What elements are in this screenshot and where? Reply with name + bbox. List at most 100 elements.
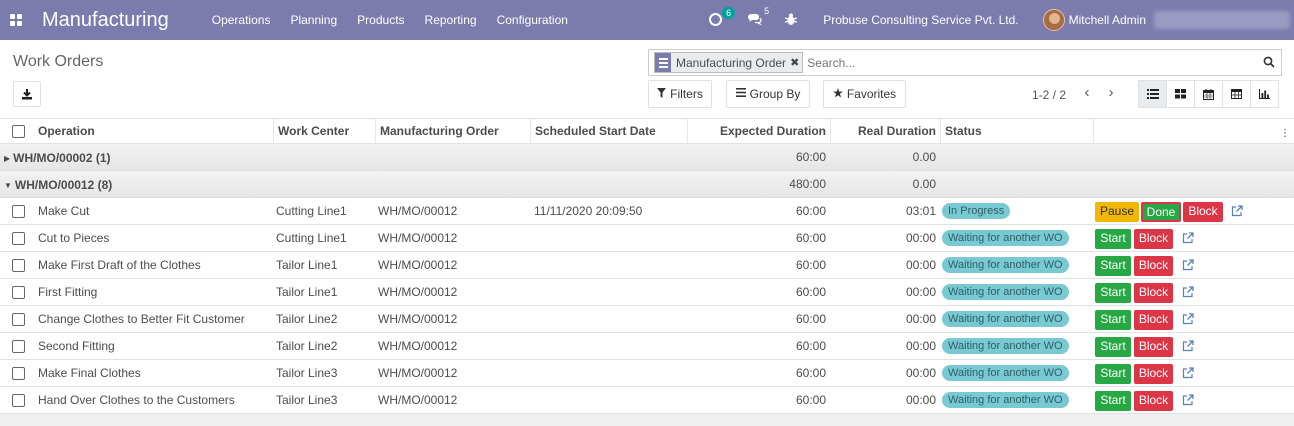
open-record-icon[interactable] [1182, 232, 1194, 244]
open-record-icon[interactable] [1182, 313, 1194, 325]
row-checkbox[interactable] [12, 340, 25, 353]
groupby-button[interactable]: Group By [726, 80, 810, 108]
cell-operation: First Fitting [38, 285, 98, 299]
block-button[interactable]: Block [1183, 202, 1223, 222]
group-name[interactable]: ▼ WH/MO/00012 (8) [4, 178, 112, 192]
favorites-button[interactable]: Favorites [823, 80, 906, 108]
open-record-icon[interactable] [1182, 394, 1194, 406]
open-record-icon[interactable] [1182, 340, 1194, 352]
calendar-view-button[interactable] [1194, 80, 1223, 108]
table-row[interactable]: Cut to Pieces Cutting Line1 WH/MO/00012 60:… [0, 225, 1294, 252]
menu-configuration[interactable]: Configuration [497, 13, 568, 27]
block-button[interactable]: Block [1134, 283, 1173, 303]
favorites-label: Favorites [846, 87, 897, 101]
kanban-view-button[interactable] [1166, 80, 1195, 108]
apps-menu-icon[interactable] [10, 13, 24, 27]
start-button[interactable]: Start [1095, 391, 1131, 411]
table-row[interactable]: Make Final Clothes Tailor Line3 WH/MO/0001… [0, 360, 1294, 387]
graph-view-button[interactable] [1250, 80, 1279, 108]
caret-right-icon: ▶ [4, 154, 11, 163]
export-button[interactable] [13, 81, 41, 107]
app-brand[interactable]: Manufacturing [42, 9, 169, 32]
group-expected-duration: 480:00 [789, 177, 826, 191]
start-button[interactable]: Start [1095, 364, 1131, 384]
col-work-center[interactable]: Work Center [273, 119, 375, 144]
col-scheduled-start[interactable]: Scheduled Start Date [530, 119, 687, 144]
start-button[interactable]: Start [1095, 256, 1131, 276]
row-checkbox[interactable] [12, 313, 25, 326]
table-row[interactable]: Hand Over Clothes to the Customers Tailor… [0, 387, 1294, 414]
row-checkbox[interactable] [12, 367, 25, 380]
optional-columns-icon[interactable]: ⋮ [1280, 128, 1290, 139]
row-checkbox[interactable] [12, 394, 25, 407]
col-operation[interactable]: Operation [34, 119, 273, 144]
cell-work-center: Tailor Line2 [276, 312, 338, 326]
debug-bug-icon[interactable] [784, 13, 799, 27]
col-manufacturing-order[interactable]: Manufacturing Order [375, 119, 530, 144]
group-name[interactable]: ▶ WH/MO/00002 (1) [4, 151, 111, 165]
menu-products[interactable]: Products [357, 13, 404, 27]
open-record-icon[interactable] [1182, 286, 1194, 298]
cell-manufacturing-order: WH/MO/00012 [378, 258, 458, 272]
status-badge: Waiting for another WO [942, 338, 1069, 354]
block-button[interactable]: Block [1134, 391, 1173, 411]
block-button[interactable]: Block [1134, 229, 1173, 249]
block-button[interactable]: Block [1134, 310, 1173, 330]
menu-operations[interactable]: Operations [212, 13, 271, 27]
cell-real-duration: 00:00 [905, 339, 936, 353]
facet-remove-icon[interactable]: ✖ [790, 56, 799, 69]
menu-planning[interactable]: Planning [290, 13, 337, 27]
table-row[interactable]: First Fitting Tailor Line1 WH/MO/00012 60:0… [0, 279, 1294, 306]
company-switcher[interactable]: Probuse Consulting Service Pvt. Ltd. [823, 13, 1018, 27]
col-status[interactable]: Status [940, 119, 1093, 144]
cell-expected-duration: 60:00 [795, 285, 826, 299]
pager-value[interactable]: 1-2 / 2 [1032, 88, 1066, 102]
graph-view-icon [1259, 89, 1270, 99]
list-view-button[interactable] [1138, 80, 1167, 108]
open-record-icon[interactable] [1231, 205, 1243, 217]
calendar-view-icon [1203, 88, 1214, 100]
table-row[interactable]: Change Clothes to Better Fit Customer Tai… [0, 306, 1294, 333]
col-expected-duration[interactable]: Expected Duration [687, 119, 830, 144]
table-row[interactable]: Make Cut Cutting Line1 WH/MO/00012 11/11/20… [0, 198, 1294, 225]
table-footer [0, 414, 1294, 426]
row-checkbox[interactable] [12, 259, 25, 272]
block-button[interactable]: Block [1134, 256, 1173, 276]
cell-expected-duration: 60:00 [795, 366, 826, 380]
cell-real-duration: 03:01 [905, 204, 936, 218]
facet-value: Manufacturing Order [676, 55, 787, 70]
cell-real-duration: 00:00 [905, 231, 936, 245]
row-checkbox[interactable] [12, 286, 25, 299]
filters-button[interactable]: Filters [648, 80, 712, 108]
search-icon[interactable] [1263, 56, 1275, 68]
cell-expected-duration: 60:00 [795, 312, 826, 326]
user-menu[interactable]: Mitchell Admin [1069, 13, 1146, 27]
menu-reporting[interactable]: Reporting [425, 13, 477, 27]
col-real-duration[interactable]: Real Duration [830, 119, 940, 144]
row-checkbox[interactable] [12, 205, 25, 218]
start-button[interactable]: Start [1095, 229, 1131, 249]
activity-icon[interactable]: 6 [709, 7, 736, 27]
search-input[interactable] [807, 55, 1248, 70]
table-row[interactable]: Make First Draft of the Clothes Tailor Li… [0, 252, 1294, 279]
table-row[interactable]: Second Fitting Tailor Line2 WH/MO/00012 60:… [0, 333, 1294, 360]
start-button[interactable]: Start [1095, 337, 1131, 357]
group-row[interactable]: ▼ WH/MO/00012 (8) 480:00 0.00 [0, 171, 1294, 198]
pivot-view-button[interactable] [1222, 80, 1251, 108]
done-button[interactable]: Done [1141, 202, 1181, 222]
pager-previous-icon[interactable]: ‹ [1080, 85, 1094, 101]
open-record-icon[interactable] [1182, 367, 1194, 379]
pause-button[interactable]: Pause [1095, 202, 1139, 222]
group-row[interactable]: ▶ WH/MO/00002 (1) 60:00 0.00 [0, 144, 1294, 171]
row-checkbox[interactable] [12, 232, 25, 245]
open-record-icon[interactable] [1182, 259, 1194, 271]
start-button[interactable]: Start [1095, 310, 1131, 330]
cell-work-center: Tailor Line3 [276, 366, 338, 380]
block-button[interactable]: Block [1134, 364, 1173, 384]
pager-next-icon[interactable]: › [1104, 85, 1118, 101]
messages-icon[interactable]: 5 [747, 6, 769, 27]
block-button[interactable]: Block [1134, 337, 1173, 357]
select-all-checkbox[interactable] [12, 125, 25, 138]
start-button[interactable]: Start [1095, 283, 1131, 303]
user-avatar[interactable] [1042, 9, 1065, 31]
